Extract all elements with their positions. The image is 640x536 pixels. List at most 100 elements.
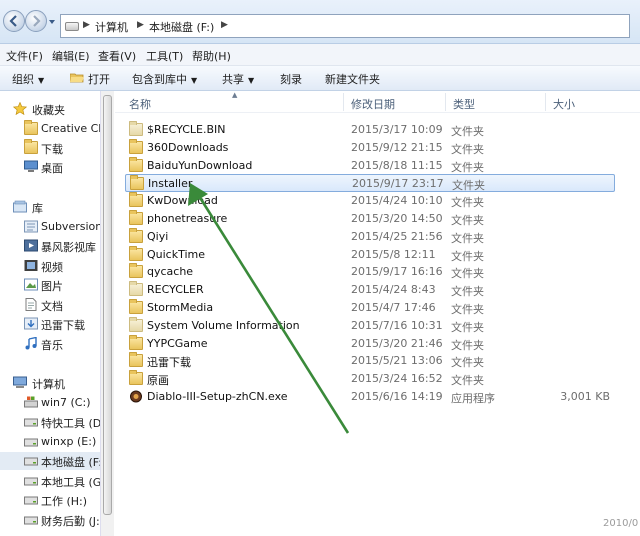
burn-button[interactable]: 刻录 — [280, 71, 302, 87]
nav-item-label: Creative Clo — [41, 122, 100, 135]
crumb-computer[interactable]: 计算机 — [95, 19, 128, 35]
file-row[interactable]: 360Downloads 2015/9/12 21:15 文件夹 — [125, 138, 615, 157]
file-row[interactable]: 原画 2015/3/24 16:52 文件夹 — [125, 370, 615, 388]
crumb-separator-icon[interactable]: ▶ — [83, 20, 90, 30]
nav-item-label: 桌面 — [41, 162, 63, 175]
file-type: 文件夹 — [451, 320, 484, 334]
file-row[interactable]: BaiduYunDownload 2015/8/18 11:15 文件夹 — [125, 156, 615, 175]
recent-pages-chevron-icon[interactable] — [48, 18, 56, 26]
file-modified-date: 2015/6/16 14:19 — [351, 390, 443, 403]
navigation-scrollbar[interactable] — [100, 91, 114, 536]
file-name: BaiduYunDownload — [147, 158, 253, 172]
include-in-library-button[interactable]: 包含到库中 ▼ — [132, 71, 197, 87]
drive-icon — [65, 22, 79, 31]
column-header-type[interactable]: 类型 — [453, 96, 475, 112]
file-name: QuickTime — [147, 247, 206, 261]
column-divider[interactable] — [343, 93, 344, 111]
file-modified-date: 2015/4/25 21:56 — [351, 229, 443, 243]
nav-drive-d[interactable]: 特快工具 (D: — [0, 413, 100, 431]
file-name: Qiyi — [147, 229, 169, 243]
address-field[interactable]: ▶ 计算机 ▶ 本地磁盘 (F:) ▶ — [60, 14, 630, 38]
back-button[interactable] — [3, 10, 25, 32]
nav-lib-videos[interactable]: 视频 — [0, 257, 100, 275]
nav-drive-h[interactable]: 工作 (H:) — [0, 491, 100, 509]
folder-icon — [129, 263, 143, 279]
nav-fav-creative-cloud[interactable]: Creative Clo — [0, 120, 100, 138]
file-modified-date: 2015/5/21 13:06 — [351, 354, 443, 368]
file-modified-date: 2015/3/24 16:52 — [351, 372, 443, 386]
nav-lib-xunlei[interactable]: 迅雷下载 — [0, 315, 100, 333]
file-list: ▲ 名称 修改日期 类型 大小 $RECYCLE.BIN 2015/3/17 10… — [115, 91, 640, 536]
xunlei-download-icon — [24, 317, 38, 330]
file-name: 迅雷下载 — [147, 356, 191, 370]
nav-lib-pictures[interactable]: 图片 — [0, 276, 100, 294]
nav-fav-desktop[interactable]: 桌面 — [0, 158, 100, 176]
nav-lib-subversion[interactable]: Subversion — [0, 218, 100, 236]
nav-lib-music[interactable]: 音乐 — [0, 335, 100, 353]
column-header-modified[interactable]: 修改日期 — [351, 96, 395, 112]
file-row[interactable]: Diablo-III-Setup-zhCN.exe 2015/6/16 14:19… — [125, 388, 615, 406]
scrollbar-thumb[interactable] — [103, 95, 112, 515]
nav-drive-e[interactable]: winxp (E:) — [0, 433, 100, 451]
nav-lib-documents[interactable]: 文档 — [0, 296, 100, 314]
new-folder-button[interactable]: 新建文件夹 — [325, 71, 380, 87]
nav-favorites[interactable]: 收藏夹 — [0, 100, 100, 118]
file-row[interactable]: QuickTime 2015/5/8 12:11 文件夹 — [125, 245, 615, 264]
file-modified-date: 2015/4/24 8:43 — [351, 283, 436, 297]
file-row[interactable]: KwDownload 2015/4/24 10:10 文件夹 — [125, 192, 615, 210]
column-header-size[interactable]: 大小 — [553, 96, 575, 112]
nav-drive-c[interactable]: win7 (C:) — [0, 394, 100, 412]
file-row[interactable]: qycache 2015/9/17 16:16 文件夹 — [125, 263, 615, 281]
application-icon — [129, 390, 143, 403]
folder-icon — [129, 316, 143, 332]
file-row[interactable]: 迅雷下载 2015/5/21 13:06 文件夹 — [125, 352, 615, 370]
file-row[interactable]: YYPCGame 2015/3/20 21:46 文件夹 — [125, 334, 615, 353]
file-name: Installer — [148, 177, 193, 191]
nav-drive-g[interactable]: 本地工具 (G: — [0, 472, 100, 490]
nav-drive-f[interactable]: 本地磁盘 (F: — [0, 452, 100, 470]
column-divider[interactable] — [545, 93, 546, 111]
file-modified-date: 2015/5/8 12:11 — [351, 247, 436, 261]
file-modified-date: 2015/8/18 11:15 — [351, 158, 443, 172]
nav-item-label: 本地工具 (G: — [41, 476, 100, 489]
address-bar-area: ▶ 计算机 ▶ 本地磁盘 (F:) ▶ — [0, 0, 640, 44]
open-button[interactable]: 打开 — [88, 71, 110, 87]
file-row[interactable]: phonetreasure 2015/3/20 14:50 文件夹 — [125, 210, 615, 228]
file-row[interactable]: StormMedia 2015/4/7 17:46 文件夹 — [125, 299, 615, 317]
folder-icon — [24, 120, 38, 135]
crumb-separator-icon[interactable]: ▶ — [221, 20, 228, 30]
file-type: 文件夹 — [451, 125, 484, 138]
file-row[interactable]: $RECYCLE.BIN 2015/3/17 10:09 文件夹 — [125, 121, 615, 139]
nav-item-label: winxp (E:) — [41, 435, 97, 448]
file-name: RECYCLER — [147, 283, 204, 297]
file-name: YYPCGame — [147, 336, 208, 350]
forward-button[interactable] — [25, 10, 47, 32]
crumb-separator-icon[interactable]: ▶ — [137, 20, 144, 30]
folder-icon — [129, 156, 143, 172]
nav-computer[interactable]: 计算机 — [0, 374, 100, 392]
column-divider[interactable] — [445, 93, 446, 111]
file-row[interactable]: System Volume Information 2015/7/16 10:31… — [125, 316, 615, 335]
folder-icon — [129, 281, 143, 297]
menu-help[interactable]: 帮助(H) — [192, 48, 231, 64]
menu-tools[interactable]: 工具(T) — [146, 48, 183, 64]
drive-icon — [24, 457, 38, 466]
file-row[interactable]: Qiyi 2015/4/25 21:56 文件夹 — [125, 227, 615, 246]
file-row[interactable]: RECYCLER 2015/4/24 8:43 文件夹 — [125, 281, 615, 299]
file-size: 3,001 KB — [560, 390, 610, 403]
file-row[interactable]: Installer 2015/9/17 23:17 文件夹 — [125, 174, 615, 193]
open-folder-icon — [70, 73, 84, 83]
column-header-name[interactable]: 名称 — [129, 96, 151, 112]
file-type: 文件夹 — [452, 179, 485, 193]
nav-drive-j[interactable]: 财务后勤 (J: — [0, 511, 100, 529]
nav-computer-label: 计算机 — [32, 378, 65, 391]
nav-libraries[interactable]: 库 — [0, 198, 100, 216]
menu-file[interactable]: 文件(F) — [6, 48, 43, 64]
menu-edit[interactable]: 编辑(E) — [52, 48, 90, 64]
share-button[interactable]: 共享 ▼ — [222, 71, 254, 87]
crumb-local-disk-f[interactable]: 本地磁盘 (F:) — [149, 19, 214, 35]
menu-view[interactable]: 查看(V) — [98, 48, 136, 64]
nav-fav-downloads[interactable]: 下载 — [0, 139, 100, 157]
nav-lib-baofeng[interactable]: 暴风影视库 — [0, 237, 100, 255]
organize-button[interactable]: 组织 ▼ — [12, 71, 44, 87]
